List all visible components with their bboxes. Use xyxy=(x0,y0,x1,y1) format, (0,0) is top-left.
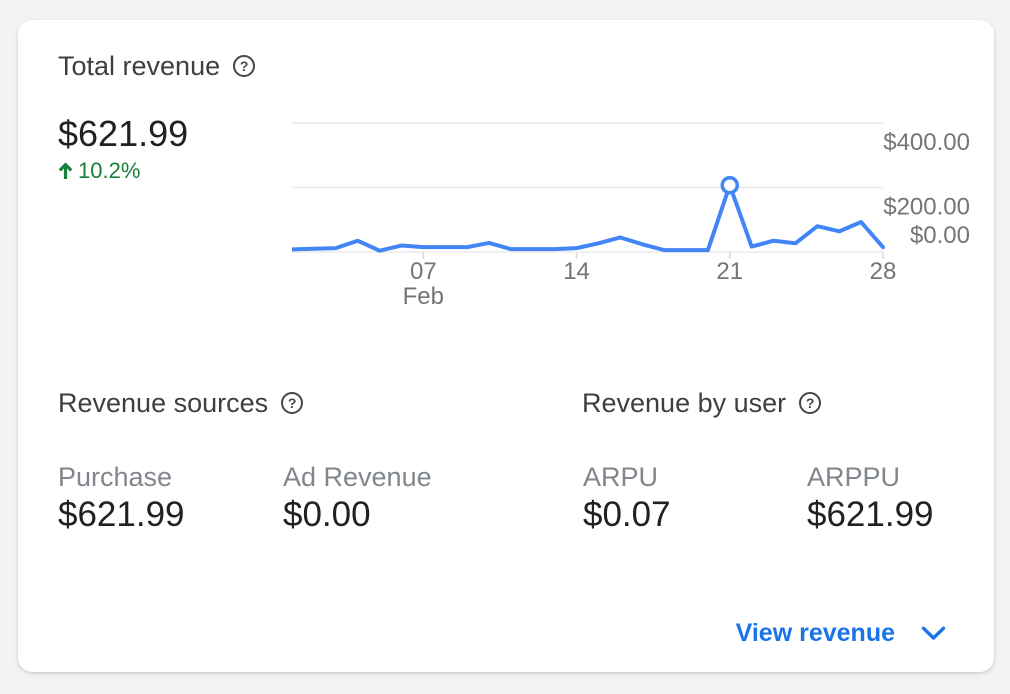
view-revenue-button[interactable]: View revenue xyxy=(736,618,946,648)
svg-text:$200.00: $200.00 xyxy=(883,194,970,221)
card-header: Total revenue ? xyxy=(58,51,256,81)
svg-text:Feb: Feb xyxy=(403,283,444,310)
help-icon[interactable]: ? xyxy=(281,392,304,414)
metric-ad-revenue: Ad Revenue $0.00 xyxy=(283,462,432,535)
metric-label: ARPPU xyxy=(807,462,901,492)
revenue-by-user-title: Revenue by user xyxy=(582,388,787,418)
total-revenue-card: Total revenue ? $621.99 10.2% $400.00 $20… xyxy=(18,20,994,672)
help-icon[interactable]: ? xyxy=(233,55,256,77)
view-revenue-label: View revenue xyxy=(735,619,895,647)
chevron-down-icon xyxy=(921,626,946,640)
card-title: Total revenue xyxy=(58,51,221,81)
help-icon[interactable]: ? xyxy=(799,392,822,414)
svg-text:$0.00: $0.00 xyxy=(910,222,970,249)
metric-label: ARPU xyxy=(583,462,659,492)
metric-value: $0.07 xyxy=(583,495,671,534)
metric-value: $0.00 xyxy=(283,495,371,534)
metric-label: Purchase xyxy=(58,462,173,492)
revenue-chart: $400.00 $200.00$0.00 07Feb 14 21 28 xyxy=(292,122,970,310)
revenue-sources-title: Revenue sources xyxy=(58,388,269,418)
metric-purchase: Purchase $621.99 xyxy=(58,462,185,535)
svg-text:07: 07 xyxy=(410,258,437,285)
revenue-sources-header: Revenue sources ? xyxy=(58,388,304,418)
svg-text:21: 21 xyxy=(716,258,743,285)
svg-text:28: 28 xyxy=(870,258,897,285)
svg-text:$400.00: $400.00 xyxy=(883,129,970,156)
metric-value: $621.99 xyxy=(807,495,934,534)
arrow-up-icon xyxy=(58,161,73,179)
trend-percent: 10.2% xyxy=(78,158,141,183)
metric-arppu: ARPPU $621.99 xyxy=(807,462,934,535)
metric-label: Ad Revenue xyxy=(283,462,432,492)
metric-arpu: ARPU $0.07 xyxy=(583,462,671,535)
svg-text:14: 14 xyxy=(563,258,590,285)
metric-value: $621.99 xyxy=(58,495,185,534)
revenue-by-user-header: Revenue by user ? xyxy=(582,388,822,418)
trend-indicator: 10.2% xyxy=(58,159,140,183)
total-revenue-value: $621.99 xyxy=(58,113,189,154)
